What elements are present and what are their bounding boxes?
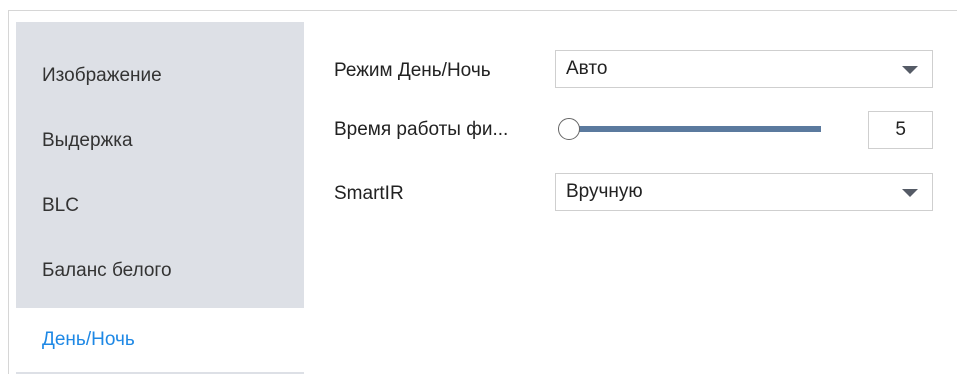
sidebar-item-label: Выдержка xyxy=(42,130,133,151)
smartir-select[interactable]: Вручную xyxy=(555,173,933,211)
sidebar-item-blc[interactable]: BLC xyxy=(16,174,304,238)
caret-down-icon xyxy=(902,189,918,197)
sidebar: Изображение Выдержка BLC Баланс белого Д… xyxy=(16,22,304,374)
sidebar-item-label: Баланс белого xyxy=(42,260,172,281)
filter-time-value: 5 xyxy=(895,119,906,140)
sidebar-item-label: BLC xyxy=(42,195,79,216)
day-night-mode-select[interactable]: Авто xyxy=(555,50,933,88)
sidebar-item-label: День/Ночь xyxy=(42,329,135,350)
filter-time-label: Время работы фи... xyxy=(334,119,509,140)
filter-time-slider-track[interactable] xyxy=(571,126,821,132)
smartir-value: Вручную xyxy=(566,181,643,202)
filter-time-slider-thumb[interactable] xyxy=(558,118,580,140)
sidebar-item-label: Изображение xyxy=(42,65,162,86)
sidebar-item-exposure[interactable]: Выдержка xyxy=(16,109,304,173)
sidebar-item-white-balance[interactable]: Баланс белого xyxy=(16,239,304,303)
day-night-mode-value: Авто xyxy=(566,58,608,79)
filter-time-value-field[interactable]: 5 xyxy=(868,111,933,149)
caret-down-icon xyxy=(902,66,918,74)
sidebar-item-day-night[interactable]: День/Ночь xyxy=(16,308,304,372)
day-night-mode-label: Режим День/Ночь xyxy=(334,60,491,81)
sidebar-item-image[interactable]: Изображение xyxy=(16,44,304,108)
smartir-label: SmartIR xyxy=(334,183,404,204)
